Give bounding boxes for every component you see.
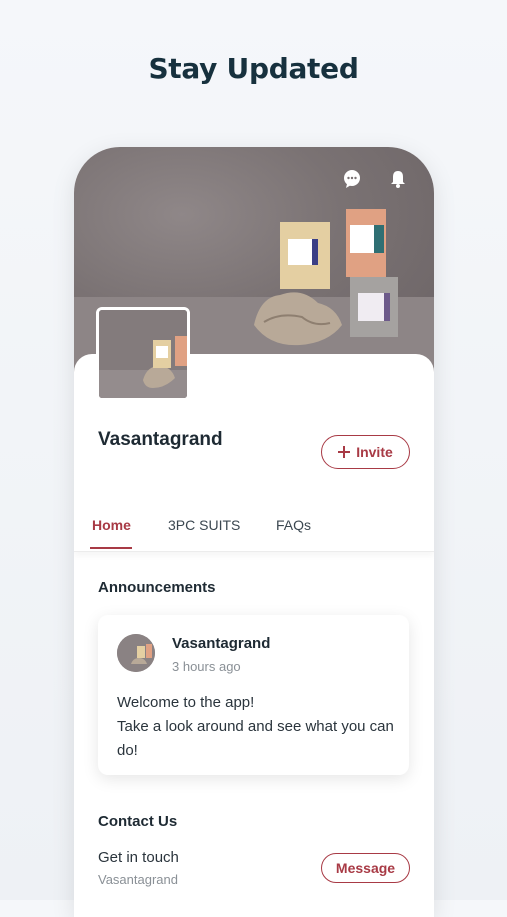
post-author-avatar (117, 634, 155, 672)
tab-bar: Home 3PC SUITS FAQs (74, 507, 434, 552)
post-line-2: Take a look around and see what you can … (117, 718, 394, 759)
site-name: Vasantagrand (98, 429, 223, 450)
invite-button[interactable]: Invite (321, 435, 410, 469)
phone-frame: Vasantagrand Invite Home 3PC SUITS FAQs … (74, 147, 434, 917)
bell-icon[interactable] (388, 169, 408, 189)
header-icons (342, 169, 408, 189)
post-body: Welcome to the app! Take a look around a… (117, 691, 397, 763)
announcement-post[interactable]: Vasantagrand 3 hours ago Welcome to the … (98, 615, 409, 775)
announcements-title: Announcements (98, 579, 216, 596)
site-avatar (96, 307, 190, 401)
contact-title: Contact Us (98, 813, 178, 830)
invite-label: Invite (356, 444, 393, 460)
tab-faqs[interactable]: FAQs (276, 517, 311, 533)
tab-home[interactable]: Home (92, 517, 131, 533)
post-timestamp: 3 hours ago (172, 659, 241, 674)
tab-3pc-suits[interactable]: 3PC SUITS (168, 517, 240, 533)
contact-sub: Vasantagrand (98, 872, 178, 887)
active-tab-indicator (90, 547, 132, 549)
plus-icon (338, 446, 351, 458)
chat-icon[interactable] (342, 169, 362, 189)
page-headline: Stay Updated (148, 52, 359, 85)
post-line-1: Welcome to the app! (117, 694, 255, 711)
contact-line: Get in touch (98, 849, 179, 866)
message-button[interactable]: Message (321, 853, 410, 883)
post-author: Vasantagrand (172, 635, 271, 652)
